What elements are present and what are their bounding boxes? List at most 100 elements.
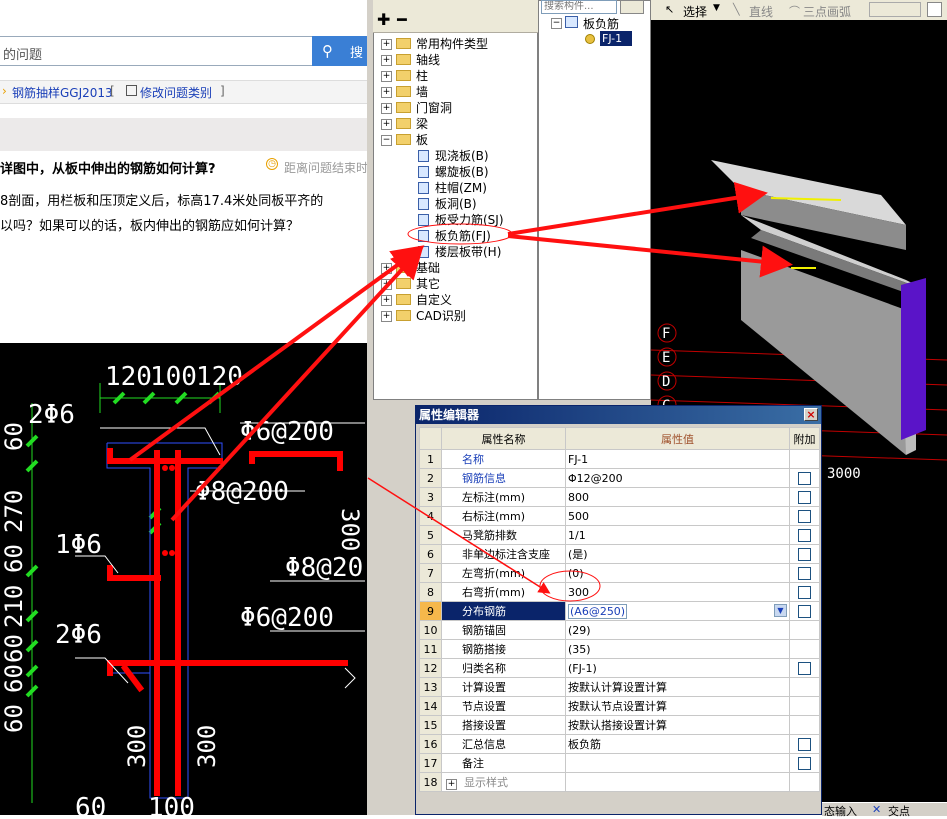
property-row[interactable]: 13 计算设置 按默认计算设置计算 <box>419 677 820 697</box>
arc-button[interactable]: 三点画弧 <box>803 3 851 20</box>
property-name-text: 归类名称 <box>462 662 506 675</box>
property-value[interactable]: (35) <box>565 639 790 659</box>
expand-toggle[interactable]: + <box>381 39 392 50</box>
component-icon <box>418 150 429 162</box>
extra-checkbox[interactable] <box>798 604 811 618</box>
property-value[interactable]: (FJ-1) <box>565 658 790 678</box>
component-icon <box>418 166 429 178</box>
extra-checkbox[interactable] <box>798 471 811 485</box>
property-value[interactable]: (是) <box>565 544 790 564</box>
property-row[interactable]: 12 归类名称 (FJ-1) <box>419 658 820 678</box>
expand-toggle[interactable]: + <box>381 295 392 306</box>
expand-toggle[interactable]: + <box>381 71 392 82</box>
property-row[interactable]: 10 钢筋锚固 (29) <box>419 620 820 640</box>
expand-toggle[interactable]: + <box>381 87 392 98</box>
property-value[interactable]: Φ12@200 <box>565 468 790 488</box>
property-value[interactable] <box>565 772 790 792</box>
extra-checkbox[interactable] <box>798 509 811 523</box>
property-value[interactable]: (29) <box>565 620 790 640</box>
collapse-toggle[interactable]: − <box>551 18 562 29</box>
category-link[interactable]: 钢筋抽样GGJ2013 <box>12 84 113 101</box>
extra-checkbox[interactable] <box>798 661 811 675</box>
extra-checkbox[interactable] <box>798 490 811 504</box>
search-button[interactable]: ⚲ 搜 <box>312 36 367 66</box>
property-value[interactable]: 300 <box>565 582 790 602</box>
property-value[interactable]: 800 <box>565 487 790 507</box>
property-row[interactable]: 8 右弯折(mm) 300 <box>419 582 820 602</box>
row-number: 10 <box>419 620 442 640</box>
row-number: 15 <box>419 715 442 735</box>
property-row[interactable]: 5 马凳筋排数 1/1 <box>419 525 820 545</box>
property-value[interactable]: 按默认节点设置计算 <box>565 696 790 716</box>
collapse-toggle[interactable]: − <box>381 135 392 146</box>
toolbar-button[interactable] <box>927 2 942 17</box>
property-value[interactable]: 500 <box>565 506 790 526</box>
collapse-all-icon[interactable]: ━ <box>397 10 407 29</box>
property-row[interactable]: 1 名称 FJ-1 <box>419 449 820 469</box>
extra-checkbox[interactable] <box>798 547 811 561</box>
property-row[interactable]: 3 左标注(mm) 800 <box>419 487 820 507</box>
row-number: 1 <box>419 449 442 469</box>
close-icon[interactable]: × <box>804 408 818 421</box>
breadcrumb: › 钢筋抽样GGJ2013 [ 修改问题类别 ] <box>0 80 367 104</box>
property-row[interactable]: 2 钢筋信息 Φ12@200 <box>419 468 820 488</box>
expand-toggle[interactable]: + <box>381 279 392 290</box>
property-value[interactable]: 板负筋 <box>565 734 790 754</box>
row-number: 2 <box>419 468 442 488</box>
list-root[interactable]: 板负筋 <box>583 15 619 32</box>
property-name-text: 备注 <box>462 757 484 770</box>
property-value-text: 500 <box>568 509 589 523</box>
component-search-button[interactable] <box>620 0 644 14</box>
property-row[interactable]: 17 备注 <box>419 753 820 773</box>
chevron-down-icon[interactable]: ▼ <box>774 604 787 617</box>
property-value[interactable]: (A6@250) ▼ <box>565 601 790 621</box>
dim-left-6: 60 <box>0 664 28 693</box>
extra-checkbox[interactable] <box>798 756 811 770</box>
expand-toggle[interactable]: + <box>381 263 392 274</box>
property-value[interactable]: 按默认搭接设置计算 <box>565 715 790 735</box>
search-input[interactable]: 的问题 <box>0 36 312 66</box>
edit-category-link[interactable]: 修改问题类别 <box>140 84 212 101</box>
extra-checkbox[interactable] <box>798 737 811 751</box>
combo-box[interactable] <box>869 2 921 17</box>
dim-top-1: 120 <box>105 362 152 392</box>
property-name-text: 左弯折(mm) <box>462 567 526 580</box>
expand-toggle[interactable]: + <box>381 55 392 66</box>
expand-toggle[interactable]: + <box>381 311 392 322</box>
property-row[interactable]: 4 右标注(mm) 500 <box>419 506 820 526</box>
extra-checkbox[interactable] <box>798 528 811 542</box>
property-name: 备注 <box>441 753 566 773</box>
row-number: 5 <box>419 525 442 545</box>
row-number: 4 <box>419 506 442 526</box>
property-name: 分布钢筋 <box>441 601 566 621</box>
extra-checkbox[interactable] <box>798 585 811 599</box>
property-value[interactable]: 按默认计算设置计算 <box>565 677 790 697</box>
property-row[interactable]: 11 钢筋搭接 (35) <box>419 639 820 659</box>
property-row[interactable]: 16 汇总信息 板负筋 <box>419 734 820 754</box>
section-band <box>0 118 367 151</box>
property-name: 计算设置 <box>441 677 566 697</box>
status-node[interactable]: 交点 <box>888 803 910 819</box>
expand-toggle[interactable]: + <box>381 119 392 130</box>
expand-toggle[interactable]: + <box>381 103 392 114</box>
search-placeholder: 的问题 <box>3 48 43 63</box>
extra-checkbox[interactable] <box>798 566 811 580</box>
property-value[interactable]: 1/1 <box>565 525 790 545</box>
property-name: 钢筋锚固 <box>441 620 566 640</box>
property-value[interactable]: FJ-1 <box>565 449 790 469</box>
property-row[interactable]: 18 + 显示样式 <box>419 772 820 792</box>
property-row[interactable]: 7 左弯折(mm) (0) <box>419 563 820 583</box>
component-search-input[interactable]: 搜索构件... <box>541 0 617 14</box>
property-row[interactable]: 15 搭接设置 按默认搭接设置计算 <box>419 715 820 735</box>
select-button[interactable]: 选择 <box>683 3 707 20</box>
line-button[interactable]: 直线 <box>749 3 773 20</box>
property-row[interactable]: 6 非单边标注含支座 (是) <box>419 544 820 564</box>
property-row[interactable]: 14 节点设置 按默认节点设置计算 <box>419 696 820 716</box>
list-item-fj1[interactable]: FJ-1 <box>600 31 632 46</box>
expand-toggle[interactable]: + <box>446 779 457 790</box>
property-value[interactable]: (0) <box>565 563 790 583</box>
property-row[interactable]: 9 分布钢筋 (A6@250) ▼ <box>419 601 820 621</box>
property-value[interactable] <box>565 753 790 773</box>
property-editor-title[interactable]: 属性编辑器 <box>416 406 821 424</box>
expand-all-icon[interactable]: ✚ <box>377 10 390 29</box>
